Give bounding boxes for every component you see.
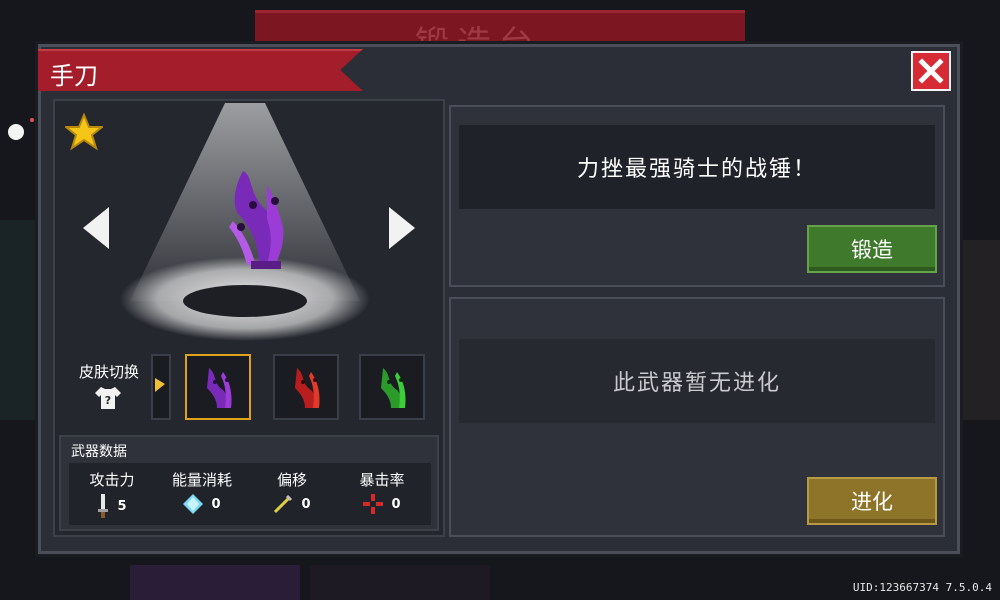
weapon-preview-panel: 皮肤切换 ? 武器数据 攻击力 5 能量消耗 0 偏移 0 暴击率 0 — [53, 99, 445, 537]
skin-slot-partial[interactable] — [151, 354, 171, 420]
diamond-icon — [183, 494, 204, 514]
sword-icon — [98, 494, 109, 518]
weapon-dialog: 手刀 皮肤切换 ? 武器数据 攻击力 5 能量消耗 0 偏移 0 暴击率 0 力… — [38, 44, 960, 554]
stat-offset: 偏移 0 — [249, 469, 335, 514]
background-red-dot — [30, 118, 34, 122]
weapon-title: 手刀 — [50, 62, 98, 90]
crosshair-icon — [363, 494, 384, 514]
stat-value: 5 — [117, 498, 127, 514]
background-white-dot — [8, 124, 24, 140]
title-tab: 手刀 — [38, 49, 363, 91]
background-bottom-purple — [130, 565, 300, 600]
stat-name: 能量消耗 — [171, 471, 232, 489]
forge-panel: 力挫最强骑士的战锤！ 锻造 — [449, 105, 945, 287]
weapon-stats-box: 武器数据 攻击力 5 能量消耗 0 偏移 0 暴击率 0 — [59, 435, 439, 531]
background-bottom-dark — [310, 565, 490, 600]
skin-slot-red[interactable] — [273, 354, 339, 420]
gold-star-icon — [63, 112, 105, 155]
background-left-scene — [0, 220, 40, 420]
evolve-button[interactable]: 进化 — [807, 477, 937, 525]
stat-value: 0 — [301, 496, 311, 512]
weapon-sprite — [213, 165, 303, 279]
stats-title: 武器数据 — [71, 444, 127, 460]
weapon-description: 力挫最强骑士的战锤！ — [459, 125, 935, 209]
close-x-icon — [918, 58, 944, 84]
skin-slot-purple[interactable] — [185, 354, 251, 420]
previous-weapon-arrow[interactable] — [83, 207, 111, 253]
forge-button[interactable]: 锻造 — [807, 225, 937, 273]
close-button[interactable] — [911, 51, 951, 91]
skin-slot-green[interactable] — [359, 354, 425, 420]
stats-list: 攻击力 5 能量消耗 0 偏移 0 暴击率 0 — [69, 463, 431, 525]
stat-attack: 攻击力 5 — [69, 469, 155, 518]
evolution-panel: 此武器暂无进化 进化 — [449, 297, 945, 537]
stat-name: 偏移 — [276, 471, 307, 489]
stat-name: 暴击率 — [359, 471, 405, 489]
stat-crit-rate: 暴击率 0 — [339, 469, 425, 514]
stat-name: 攻击力 — [89, 471, 135, 489]
stat-energy-cost: 能量消耗 0 — [159, 469, 245, 514]
background-right-scene — [960, 240, 1000, 420]
evolution-status: 此武器暂无进化 — [459, 339, 935, 423]
skin-switch-label: 皮肤切换 — [78, 363, 139, 381]
stat-value: 0 — [391, 496, 401, 512]
svg-text:?: ? — [105, 394, 111, 407]
stat-value: 0 — [211, 496, 221, 512]
next-weapon-arrow[interactable] — [387, 207, 415, 253]
shirt-question-icon[interactable]: ? — [95, 387, 121, 413]
needle-icon — [274, 494, 293, 514]
uid-version-label: UID:123667374 7.5.0.4 — [852, 581, 992, 594]
